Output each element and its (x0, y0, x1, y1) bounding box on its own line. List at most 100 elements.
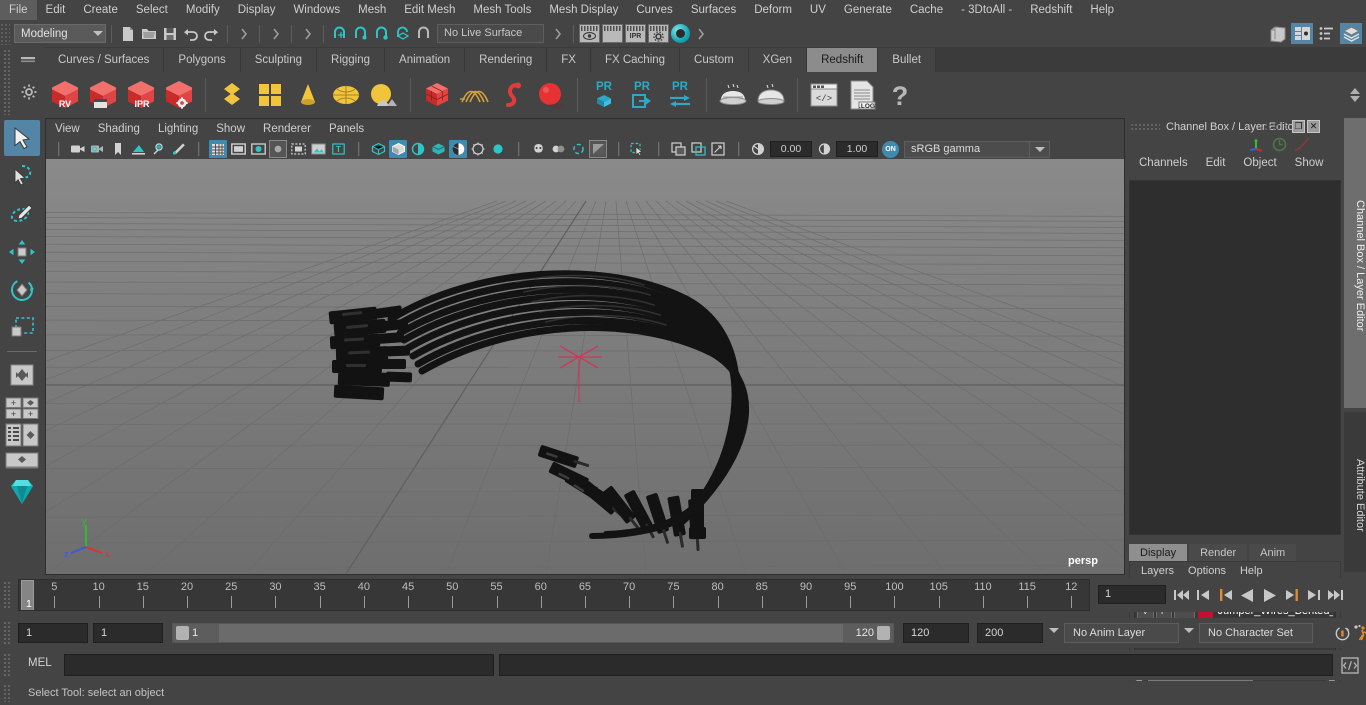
shelf-tab-polygons[interactable]: Polygons (164, 48, 241, 72)
menu-select[interactable]: Select (127, 0, 177, 20)
channel-box-attribute-list[interactable] (1129, 180, 1341, 535)
auto-keyframe-toggle-icon[interactable] (1334, 625, 1351, 642)
status-line-grip[interactable] (0, 22, 10, 45)
image-plane-toggle-icon[interactable] (309, 140, 327, 158)
motion-blur-icon[interactable] (469, 140, 487, 158)
ambient-occlusion-icon[interactable] (449, 140, 467, 158)
color-management-toggle[interactable]: ON (882, 140, 899, 158)
character-set-dropdown-icon[interactable] (1184, 628, 1194, 633)
close-panel-button[interactable]: ✕ (1307, 120, 1320, 133)
shelf-redshift-proxy-convert-icon[interactable]: PR (661, 75, 699, 115)
step-back-key-button[interactable] (1194, 584, 1213, 606)
layer-tab-render[interactable]: Render (1189, 544, 1248, 562)
viewport-menu-renderer[interactable]: Renderer (254, 119, 320, 139)
menu-curves[interactable]: Curves (627, 0, 681, 20)
exposure-value-field[interactable]: 0.00 (770, 141, 812, 157)
two-d-pan-zoom-icon[interactable] (149, 140, 167, 158)
shelf-redshift-render-settings-icon[interactable] (160, 75, 198, 115)
use-all-lights-icon[interactable] (409, 140, 427, 158)
transform-axis-icon[interactable] (1248, 137, 1265, 152)
animation-preferences-icon[interactable] (1353, 624, 1366, 642)
resolution-gate-icon[interactable] (249, 140, 267, 158)
animation-start-field[interactable]: 1 (18, 623, 88, 643)
bookmark-icon[interactable] (109, 140, 127, 158)
menu-redshift[interactable]: Redshift (1021, 0, 1081, 20)
film-origin-icon[interactable] (289, 140, 307, 158)
shelf-redshift-render-sequence-icon[interactable] (84, 75, 122, 115)
shelf-tab-fx-caching[interactable]: FX Caching (590, 48, 681, 72)
play-backwards-button[interactable] (1238, 584, 1257, 606)
menu-3dtoall[interactable]: - 3DtoAll - (952, 0, 1021, 20)
shelf-tab-custom[interactable]: Custom (680, 48, 749, 72)
range-grip-right[interactable] (877, 626, 890, 640)
menu-mesh[interactable]: Mesh (349, 0, 395, 20)
selection-mask-hierarchy-icon[interactable] (233, 23, 254, 44)
shelf-poly-sphere-icon[interactable] (327, 75, 365, 115)
snap-mode-grid-icon[interactable]: + + + (4, 395, 40, 421)
view-expand-icon[interactable] (709, 140, 727, 158)
render-sequence-button[interactable] (602, 24, 623, 43)
menu-help[interactable]: Help (1081, 0, 1123, 20)
screen-space-ao-icon[interactable] (489, 140, 507, 158)
menu-generate[interactable]: Generate (835, 0, 901, 20)
redo-icon[interactable] (201, 23, 222, 44)
snap-to-grid-icon[interactable] (329, 23, 350, 44)
exposure-icon[interactable] (749, 140, 767, 158)
grid-toggle-icon[interactable] (209, 140, 227, 158)
vertical-tab-channel-box[interactable]: Channel Box / Layer Editor (1344, 118, 1366, 408)
shelf-poly-plane-icon[interactable] (213, 75, 251, 115)
go-to-start-button[interactable] (1172, 584, 1191, 606)
command-language-label[interactable]: MEL (28, 657, 52, 669)
duplicate-view-icon[interactable] (689, 140, 707, 158)
shelf-subdiv-cube-icon[interactable] (418, 75, 456, 115)
command-output-field[interactable] (499, 654, 1333, 676)
menu-cache[interactable]: Cache (901, 0, 952, 20)
shelf-tab-animation[interactable]: Animation (385, 48, 466, 72)
command-line-grip[interactable] (3, 653, 11, 677)
play-forwards-button[interactable] (1260, 584, 1279, 606)
ipr-render-button[interactable]: IPR (625, 24, 646, 43)
menu-file[interactable]: File (0, 0, 37, 20)
command-input-field[interactable] (64, 654, 494, 676)
menu-create[interactable]: Create (74, 0, 127, 20)
workspace-single-view-icon[interactable] (1267, 23, 1288, 44)
channel-box-menu-edit[interactable]: Edit (1197, 153, 1235, 174)
shelf-redshift-dome-light-icon[interactable] (714, 75, 752, 115)
current-frame-field[interactable]: 1 (1098, 585, 1166, 604)
exposure-gamma-toggle-icon[interactable] (589, 140, 607, 158)
vertical-tab-attribute-editor[interactable]: Attribute Editor (1344, 412, 1366, 572)
shelf-redshift-log-icon[interactable]: .LOG (843, 75, 881, 115)
anim-layer-combo[interactable]: No Anim Layer (1064, 623, 1179, 643)
shelf-options-gear-icon[interactable] (20, 83, 38, 101)
time-slider-track[interactable]: 1 5 10 15 20 25 30 35 40 45 50 55 60 65 70 75 80 85 90 95 1… (18, 579, 1090, 611)
layer-tab-display[interactable]: Display (1129, 544, 1188, 562)
shelf-nurbs-sphere-icon[interactable] (532, 75, 570, 115)
viewport-3d-canvas[interactable]: persp y x z persp (46, 159, 1124, 574)
snap-to-point-icon[interactable] (371, 23, 392, 44)
shelf-poly-cone-icon[interactable] (289, 75, 327, 115)
text-overlay-icon[interactable]: T (329, 140, 347, 158)
hypershade-button[interactable] (671, 24, 690, 43)
render-current-frame-button[interactable] (579, 24, 600, 43)
gate-mask-icon[interactable] (269, 140, 287, 158)
new-scene-icon[interactable] (117, 23, 138, 44)
shelf-redshift-ipr-icon[interactable]: IPR (122, 75, 160, 115)
last-tool-used-icon[interactable] (4, 357, 40, 393)
shelf-tab-redshift[interactable]: Redshift (807, 48, 879, 72)
shelf-redshift-proxy-place-icon[interactable]: PR (623, 75, 661, 115)
playback-start-field[interactable]: 1 (93, 623, 163, 643)
shelf-grip[interactable] (3, 49, 11, 115)
panel-grip-right[interactable] (1260, 122, 1286, 131)
shelf-nurbs-curve-icon[interactable] (456, 75, 494, 115)
chevron-up-icon[interactable] (1350, 88, 1360, 94)
menu-modify[interactable]: Modify (177, 0, 229, 20)
snapshot-icon[interactable] (669, 140, 687, 158)
menu-uv[interactable]: UV (801, 0, 835, 20)
clock-icon[interactable] (1272, 137, 1287, 152)
channel-box-menu-show[interactable]: Show (1286, 153, 1333, 174)
menu-surfaces[interactable]: Surfaces (682, 0, 745, 20)
open-scene-icon[interactable] (138, 23, 159, 44)
range-slider-grip[interactable] (3, 621, 11, 645)
rotate-tool-icon[interactable] (4, 272, 40, 308)
shelf-scroll-arrows[interactable] (1346, 74, 1364, 116)
